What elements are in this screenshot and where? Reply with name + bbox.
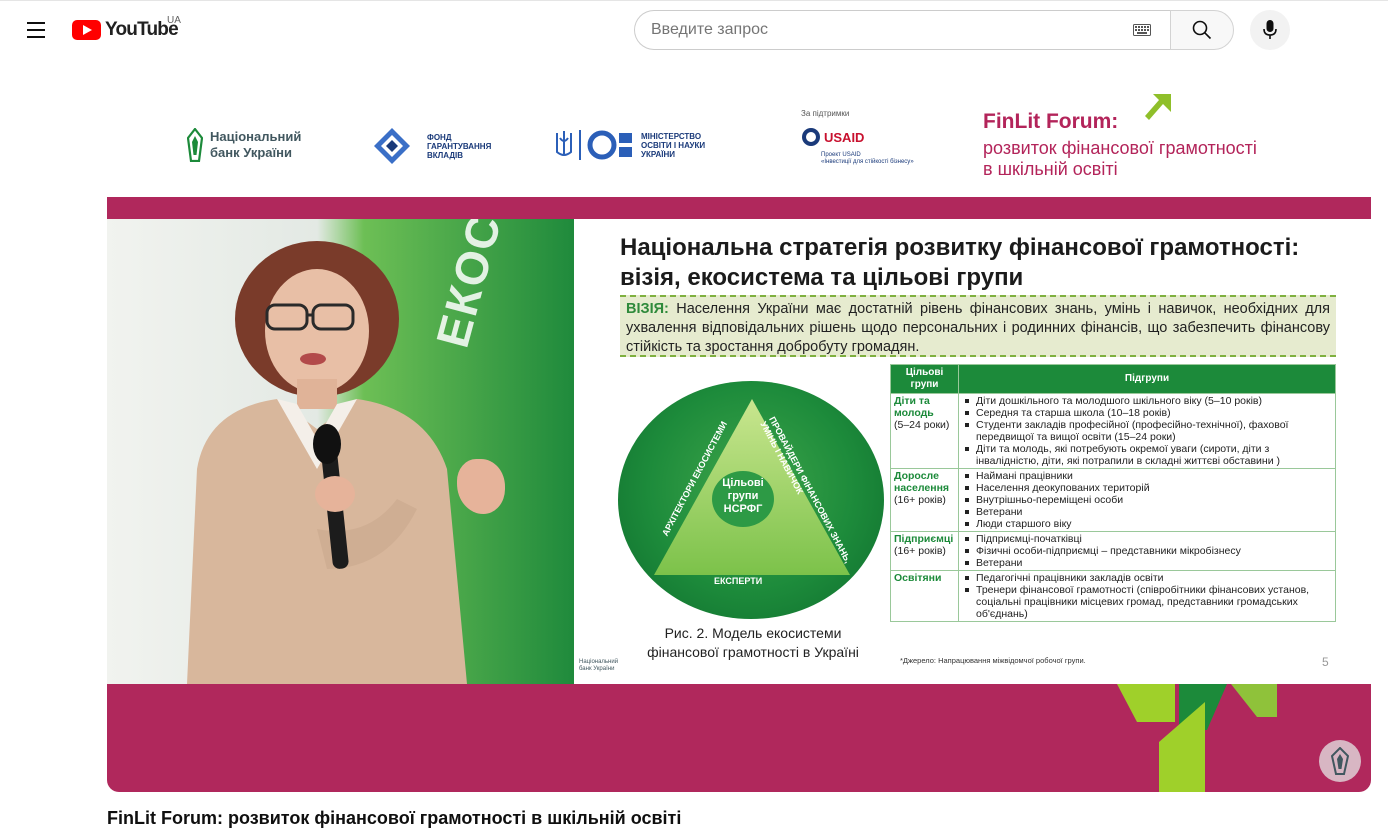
- decorative-shapes: [1117, 684, 1277, 792]
- microphone-icon: [1263, 20, 1277, 39]
- usaid-wordmark: USAID: [824, 129, 865, 145]
- keyboard-icon[interactable]: [1132, 23, 1152, 37]
- speaker-video-frame: ЕКОСИСТЕМ: [107, 219, 574, 684]
- subgroup-item: Діти та молодь, які потребують окремої у…: [962, 443, 1332, 467]
- slide-nbu-logo: Національний банк України: [579, 659, 619, 672]
- table-row: Підприємці (16+ років) Підприємці-початків…: [890, 531, 1336, 571]
- subgroup-item: Тренери фінансової грамотності (співробі…: [962, 584, 1332, 620]
- group-cell: Підприємці (16+ років): [890, 531, 959, 571]
- finlit-arrow-icon: [1145, 94, 1171, 120]
- channel-watermark[interactable]: [1319, 740, 1361, 782]
- group-age: (16+ років): [894, 494, 946, 506]
- vision-label: ВІЗІЯ:: [626, 301, 669, 317]
- subgroup-item: Внутрішньо-переміщені особи: [962, 494, 1332, 506]
- group-age: (16+ років): [894, 545, 946, 557]
- ministry-name: МІНІСТЕРСТВО ОСВІТИ І НАУКИ УКРАЇНИ: [641, 131, 706, 159]
- header-subgroups: Підгрупи: [958, 364, 1336, 394]
- group-cell: Освітяни: [890, 570, 959, 622]
- search-button[interactable]: [1170, 10, 1234, 50]
- voice-search-button[interactable]: [1250, 10, 1290, 50]
- group-name: Освітяни: [894, 572, 942, 584]
- search-input[interactable]: [651, 21, 1132, 39]
- subgroup-item: Середня та старша школа (10–18 років): [962, 407, 1332, 419]
- group-cell: Діти та молодь (5–24 роки): [890, 393, 959, 469]
- ministry-divider: [579, 130, 581, 160]
- target-groups-table: Цільові групи Підгрупи Діти та молодь (5–…: [890, 364, 1336, 622]
- ministry-logo: МІНІСТЕРСТВО ОСВІТИ І НАУКИ УКРАЇНИ: [555, 130, 705, 160]
- group-age: (5–24 роки): [894, 419, 950, 431]
- group-name: Діти та молодь: [894, 395, 934, 419]
- masthead: YouTube UA: [0, 0, 1388, 58]
- subgroup-item: Населення деокупованих територій: [962, 482, 1332, 494]
- video-player[interactable]: Національний банк України ФОНД ГАРАНТУВА…: [107, 82, 1371, 792]
- search-icon: [1192, 20, 1212, 40]
- usaid-logo: USAID: [801, 127, 864, 147]
- vision-box: ВІЗІЯ: Населення України має достатній р…: [620, 295, 1336, 357]
- trident-icon: [556, 131, 572, 156]
- source-note: *Джерело: Напрацювання міжвідомчої робоч…: [900, 656, 1086, 665]
- deposit-fund-emblem-icon: [374, 128, 410, 164]
- youtube-play-icon: [72, 20, 101, 40]
- slide-page-number: 5: [1322, 655, 1329, 669]
- subgroup-list: Наймані працівники Населення деокупованих…: [962, 470, 1332, 530]
- table-header-row: Цільові групи Підгрупи: [890, 364, 1336, 394]
- finlit-subtitle: розвиток фінансової грамотності в шкільн…: [983, 138, 1257, 179]
- deposit-fund-name: ФОНД ГАРАНТУВАННЯ ВКЛАДІВ: [427, 132, 492, 160]
- subgroup-item: Підприємці-початківці: [962, 533, 1332, 545]
- subgroup-list: Педагогічні працівники закладів освіти Тр…: [962, 572, 1332, 620]
- slide-title: Національна стратегія розвитку фінансово…: [620, 234, 1300, 291]
- usaid-project: Проект USAID «Інвестиції для стійкості б…: [821, 152, 914, 165]
- table-row: Доросле населення (16+ років) Наймані прац…: [890, 468, 1336, 532]
- subgroups-cell: Педагогічні працівники закладів освіти Тр…: [958, 570, 1336, 622]
- deposit-fund-logo: ФОНД ГАРАНТУВАННЯ ВКЛАДІВ: [373, 127, 491, 165]
- search-box: [634, 10, 1170, 50]
- subgroup-list: Підприємці-початківці Фізичні особи-підпр…: [962, 533, 1332, 569]
- subgroup-item: Ветерани: [962, 506, 1332, 518]
- subgroup-list: Діти дошкільного та молодшого шкільного …: [962, 395, 1332, 467]
- subgroup-item: Педагогічні працівники закладів освіти: [962, 572, 1332, 584]
- figure-caption: Рис. 2. Модель екосистеми фінансової гра…: [647, 625, 859, 660]
- group-cell: Доросле населення (16+ років): [890, 468, 959, 532]
- subgroup-item: Фізичні особи-підприємці – представники …: [962, 545, 1332, 557]
- country-code: UA: [167, 15, 181, 26]
- hamburger-icon: [27, 22, 45, 24]
- nbu-watermark-icon: [1331, 747, 1349, 775]
- nbu-name: Національний банк України: [210, 129, 302, 160]
- subgroup-item: Люди старшого віку: [962, 518, 1332, 530]
- nbu-emblem-icon: [187, 128, 203, 162]
- presentation-slide: Національна стратегія розвитку фінансово…: [574, 219, 1371, 684]
- ministry-mark-icon: [587, 130, 632, 160]
- guide-menu-button[interactable]: [16, 10, 56, 50]
- support-label: За підтримки: [801, 109, 850, 118]
- table-row: Діти та молодь (5–24 роки) Діти дошкільног…: [890, 393, 1336, 469]
- subgroup-item: Студенти закладів професійної (професійн…: [962, 419, 1332, 443]
- finlit-title: FinLit Forum:: [983, 110, 1119, 133]
- group-name: Підприємці: [894, 533, 954, 545]
- youtube-logo[interactable]: YouTube: [72, 19, 179, 41]
- triangle-bottom-label: ЕКСПЕРТИ: [714, 576, 763, 586]
- center-label: Цільові групи НСРФГ: [722, 477, 764, 515]
- table-row: Освітяни Педагогічні працівники закладів …: [890, 570, 1336, 622]
- subgroup-item: Наймані працівники: [962, 470, 1332, 482]
- header-groups: Цільові групи: [890, 364, 959, 394]
- group-name: Доросле населення: [894, 470, 950, 494]
- subgroups-cell: Діти дошкільного та молодшого шкільного …: [958, 393, 1336, 469]
- subgroup-item: Діти дошкільного та молодшого шкільного …: [962, 395, 1332, 407]
- nbu-logo: Національний банк України: [187, 128, 301, 162]
- video-title: FinLit Forum: розвиток фінансової грамот…: [107, 808, 682, 828]
- subgroups-cell: Наймані працівники Населення деокупованих…: [958, 468, 1336, 532]
- usaid-seal-icon: [802, 128, 820, 146]
- vision-text: Населення України має достатній рівень ф…: [626, 301, 1330, 355]
- partner-banner: Національний банк України ФОНД ГАРАНТУВА…: [107, 82, 1371, 197]
- subgroups-cell: Підприємці-початківці Фізичні особи-підпр…: [958, 531, 1336, 571]
- subgroup-item: Ветерани: [962, 557, 1332, 569]
